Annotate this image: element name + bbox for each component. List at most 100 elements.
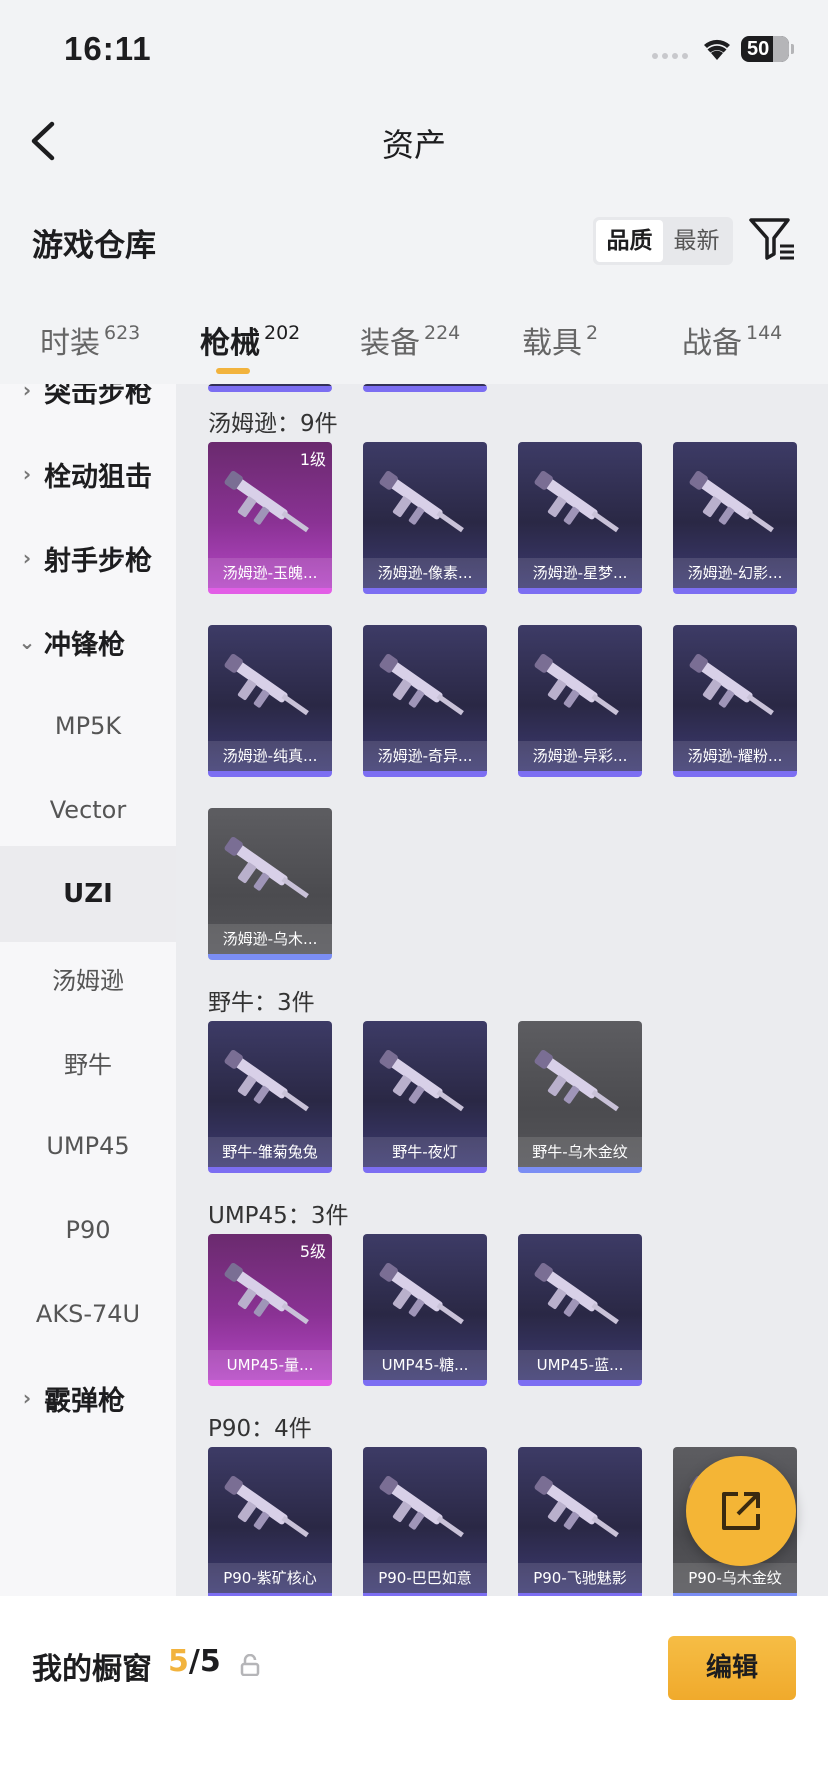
weapon-card[interactable]: P90-飞驰魅影 <box>518 1447 642 1596</box>
edit-button[interactable]: 编辑 <box>668 1636 796 1700</box>
filter-icon[interactable] <box>748 216 796 262</box>
sidebar-item-11[interactable]: AKS-74U <box>0 1266 176 1362</box>
weapon-card[interactable]: 汤姆逊-纯真... <box>208 625 332 777</box>
weapon-card[interactable]: 野牛-夜灯 <box>363 1021 487 1173</box>
share-icon <box>722 1492 760 1530</box>
weapon-card[interactable]: 汤姆逊-异彩... <box>518 625 642 777</box>
sort-quality-button[interactable]: 品质 <box>596 220 663 262</box>
weapon-name: P90-飞驰魅影 <box>518 1563 642 1593</box>
status-bar: 16:11 50 <box>0 0 828 100</box>
sidebar-item-12[interactable]: › 霰弹枪 <box>0 1350 176 1446</box>
gun-icon <box>534 1475 619 1538</box>
tab-equipment[interactable]: 装备 224 <box>360 318 460 362</box>
weapon-card[interactable]: P90-紫矿核心 <box>208 1447 332 1596</box>
wifi-icon <box>704 39 730 60</box>
lock-icon <box>240 1654 260 1676</box>
gun-icon <box>379 1475 464 1538</box>
level-badge: 5级 <box>299 1242 326 1261</box>
tab-supplies[interactable]: 战备 144 <box>682 318 782 362</box>
gun-icon <box>534 1262 619 1325</box>
showcase-bar: 我的橱窗 5/5 编辑 <box>0 1596 828 1792</box>
sidebar-item-label: MP5K <box>54 712 122 740</box>
gun-icon <box>689 470 774 533</box>
tab-firearms[interactable]: 枪械 202 <box>200 318 300 362</box>
nav-bar: 资产 <box>0 100 828 180</box>
weapon-card[interactable]: 汤姆逊-奇异... <box>363 625 487 777</box>
sidebar-item-label: UZI <box>63 879 113 909</box>
weapon-card[interactable]: UMP45-蓝... <box>518 1234 642 1386</box>
weapon-card[interactable]: P90-巴巴如意 <box>363 1447 487 1596</box>
sidebar-item-10[interactable]: P90 <box>0 1182 176 1278</box>
chevron-right-icon: › <box>22 546 32 570</box>
gun-icon <box>534 470 619 533</box>
assets-page: 16:11 50 资产 游戏仓库 品质 最新 时装 623 枪械 202 装备 … <box>0 0 828 1792</box>
weapon-name: P90-乌木金纹 <box>673 1563 797 1593</box>
sidebar-item-2[interactable]: › 射手步枪 <box>0 510 176 606</box>
sidebar-item-label: 汤姆逊 <box>52 966 124 995</box>
gun-icon <box>224 653 309 716</box>
sidebar-item-label: Vector <box>49 796 127 824</box>
section-title: P90：4件 <box>208 1416 312 1442</box>
sidebar-item-label: 射手步枪 <box>44 545 152 577</box>
sidebar-item-5[interactable]: Vector <box>0 762 176 858</box>
gun-icon <box>224 1049 309 1112</box>
weapon-card[interactable]: 1级 汤姆逊-玉魄... <box>208 442 332 594</box>
sort-newest-button[interactable]: 最新 <box>663 220 730 262</box>
weapon-card[interactable]: 汤姆逊-像素... <box>363 442 487 594</box>
weapon-name: 汤姆逊-奇异... <box>363 741 487 771</box>
chevron-right-icon: › <box>22 384 32 402</box>
battery-icon: 50 <box>741 36 789 62</box>
gun-icon <box>379 470 464 533</box>
weapon-card[interactable]: 5级 UMP45-量... <box>208 1234 332 1386</box>
weapon-name: 汤姆逊-像素... <box>363 558 487 588</box>
weapon-name: 汤姆逊-异彩... <box>518 741 642 771</box>
sidebar-item-4[interactable]: MP5K <box>0 678 176 774</box>
gun-icon <box>689 653 774 716</box>
sidebar-item-9[interactable]: UMP45 <box>0 1098 176 1194</box>
weapon-name: 汤姆逊-乌木... <box>208 924 332 954</box>
sidebar-item-7[interactable]: 汤姆逊 <box>0 930 176 1026</box>
gun-icon <box>224 1262 309 1325</box>
weapon-name: P90-巴巴如意 <box>363 1563 487 1593</box>
weapon-name: 野牛-雏菊兔兔 <box>208 1137 332 1167</box>
sidebar-item-label: 冲锋枪 <box>44 629 125 661</box>
gun-icon <box>224 1475 309 1538</box>
sidebar-item-label: UMP45 <box>46 1132 130 1160</box>
weapon-card[interactable]: 汤姆逊-乌木... <box>208 808 332 960</box>
section-title: 汤姆逊：9件 <box>208 411 338 437</box>
weapon-card[interactable]: UMP45-糖... <box>363 1234 487 1386</box>
weapon-card[interactable]: 汤姆逊-耀粉... <box>673 625 797 777</box>
tab-fashion[interactable]: 时装 623 <box>40 318 140 362</box>
gun-icon <box>534 653 619 716</box>
partial-card <box>208 384 332 392</box>
status-time: 16:11 <box>64 30 152 67</box>
weapon-name: 汤姆逊-耀粉... <box>673 741 797 771</box>
chevron-right-icon: › <box>22 462 32 486</box>
weapon-name: UMP45-蓝... <box>518 1350 642 1380</box>
warehouse-header: 游戏仓库 品质 最新 <box>0 200 828 280</box>
sidebar-item-8[interactable]: 野牛 <box>0 1014 176 1110</box>
showcase-label: 我的橱窗 <box>32 1652 152 1687</box>
weapon-card[interactable]: 汤姆逊-星梦... <box>518 442 642 594</box>
sidebar-item-label: P90 <box>65 1216 111 1244</box>
gun-icon <box>224 470 309 533</box>
weapon-sidebar: › 突击步枪 › 栓动狙击 › 射手步枪 ⌄ 冲锋枪 MP5K Vector UZI 汤姆逊 野牛 UMP… <box>0 384 176 1596</box>
sidebar-item-label: 霰弹枪 <box>44 1385 125 1417</box>
gun-icon <box>534 1049 619 1112</box>
warehouse-title: 游戏仓库 <box>32 228 156 264</box>
weapon-card[interactable]: 汤姆逊-幻影... <box>673 442 797 594</box>
sidebar-item-1[interactable]: › 栓动狙击 <box>0 426 176 522</box>
battery-nub <box>791 44 794 54</box>
weapon-name: 汤姆逊-星梦... <box>518 558 642 588</box>
weapon-card[interactable]: 野牛-乌木金纹 <box>518 1021 642 1173</box>
gun-icon <box>379 1049 464 1112</box>
tab-vehicles[interactable]: 载具 2 <box>522 318 598 362</box>
sidebar-item-6[interactable]: UZI <box>0 846 176 942</box>
weapon-card[interactable]: 野牛-雏菊兔兔 <box>208 1021 332 1173</box>
section-title: 野牛：3件 <box>208 990 315 1016</box>
share-button[interactable] <box>686 1456 796 1566</box>
sidebar-item-3[interactable]: ⌄ 冲锋枪 <box>0 594 176 690</box>
weapon-name: 汤姆逊-玉魄... <box>208 558 332 588</box>
partial-card <box>363 384 487 392</box>
sidebar-item-label: 栓动狙击 <box>44 461 152 493</box>
